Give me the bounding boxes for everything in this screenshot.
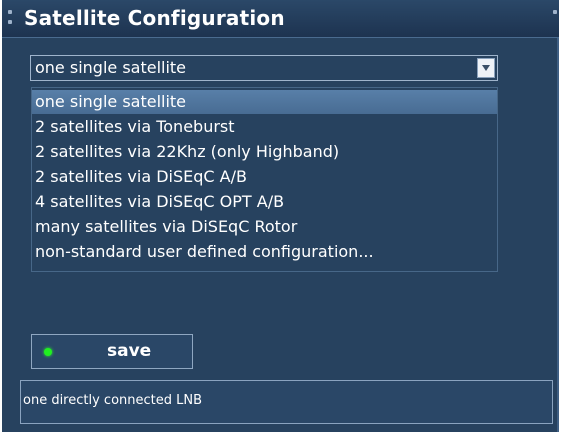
status-help-box: one directly connected LNB <box>20 380 553 424</box>
titlebar-grip-icon <box>553 10 557 14</box>
satellite-config-window: Satellite Configuration one single satel… <box>0 0 563 432</box>
satellite-mode-options-list[interactable]: one single satellite 2 satellites via To… <box>31 87 498 272</box>
option-toneburst[interactable]: 2 satellites via Toneburst <box>32 115 497 139</box>
option-diseqc-ab[interactable]: 2 satellites via DiSEqC A/B <box>32 165 497 189</box>
option-diseqc-rotor[interactable]: many satellites via DiSEqC Rotor <box>32 215 497 239</box>
status-text: one directly connected LNB <box>23 393 203 408</box>
titlebar-grip-icon <box>8 20 12 24</box>
left-page-margin <box>0 0 2 432</box>
select-current-value: one single satellite <box>35 58 187 77</box>
save-button[interactable]: save <box>31 334 193 369</box>
option-user-defined[interactable]: non-standard user defined configuration.… <box>32 240 497 264</box>
option-22khz[interactable]: 2 satellites via 22Khz (only Highband) <box>32 140 497 164</box>
status-indicator-icon <box>44 348 52 356</box>
right-page-margin <box>559 0 563 432</box>
title-bar: Satellite Configuration <box>0 0 563 38</box>
dropdown-button[interactable] <box>477 58 495 78</box>
titlebar-grip-icon <box>8 10 12 14</box>
satellite-mode-select[interactable]: one single satellite <box>30 55 498 81</box>
save-button-label: save <box>107 341 152 361</box>
option-diseqc-opt-ab[interactable]: 4 satellites via DiSEqC OPT A/B <box>32 190 497 214</box>
chevron-down-icon <box>482 65 490 71</box>
option-one-single-satellite[interactable]: one single satellite <box>32 90 497 114</box>
window-title: Satellite Configuration <box>24 6 285 30</box>
